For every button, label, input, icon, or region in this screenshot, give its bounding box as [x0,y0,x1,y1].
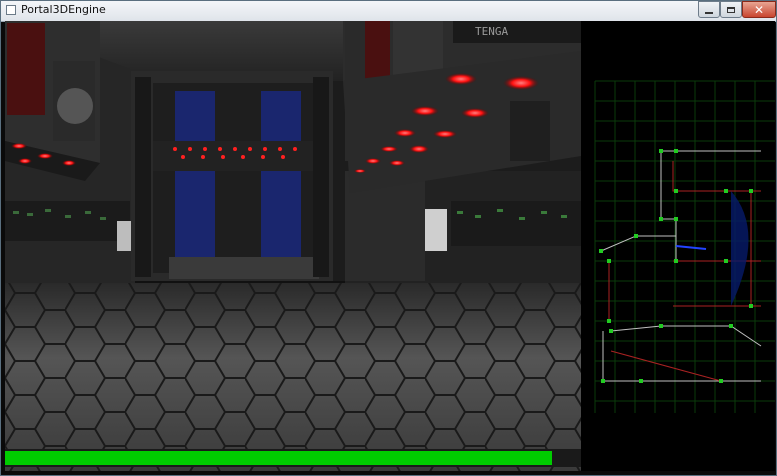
minimap [581,21,775,471]
sign-panel [453,21,581,43]
minimap-vertices [599,149,753,383]
close-icon: ✕ [753,2,765,17]
right-console [451,201,581,246]
health-bar [5,449,581,467]
health-bar-fill [5,451,552,465]
sign-text: TENGA [475,25,508,38]
minimize-button[interactable] [698,1,720,18]
left-screen-1 [7,23,45,115]
right-wall-vent [425,209,447,251]
game-viewport[interactable]: TENGA [5,21,581,471]
left-wall-vent [117,221,131,251]
player-marker [675,245,707,250]
door-step [169,257,319,279]
app-icon [6,5,16,15]
floor-hex-tiles [5,283,581,471]
maximize-icon [727,6,735,13]
minimap-canvas [594,80,775,413]
close-button[interactable]: ✕ [742,1,776,18]
minimize-icon [705,11,713,14]
player-view-cone [731,191,749,306]
door-pillar-left [135,77,151,277]
door-lintel [153,141,313,171]
left-console [5,201,130,241]
planet-display [57,88,93,124]
window-title: Portal3DEngine [21,3,106,16]
blue-panel-right [261,91,301,271]
scene-render: TENGA [5,21,581,471]
right-wall-display [510,101,550,161]
blue-panel-left [175,91,215,271]
door-pillar-right [313,77,329,277]
app-window: Portal3DEngine ✕ TENGA [0,0,777,476]
title-bar[interactable]: Portal3DEngine ✕ [1,1,776,22]
maximize-button[interactable] [720,1,742,18]
